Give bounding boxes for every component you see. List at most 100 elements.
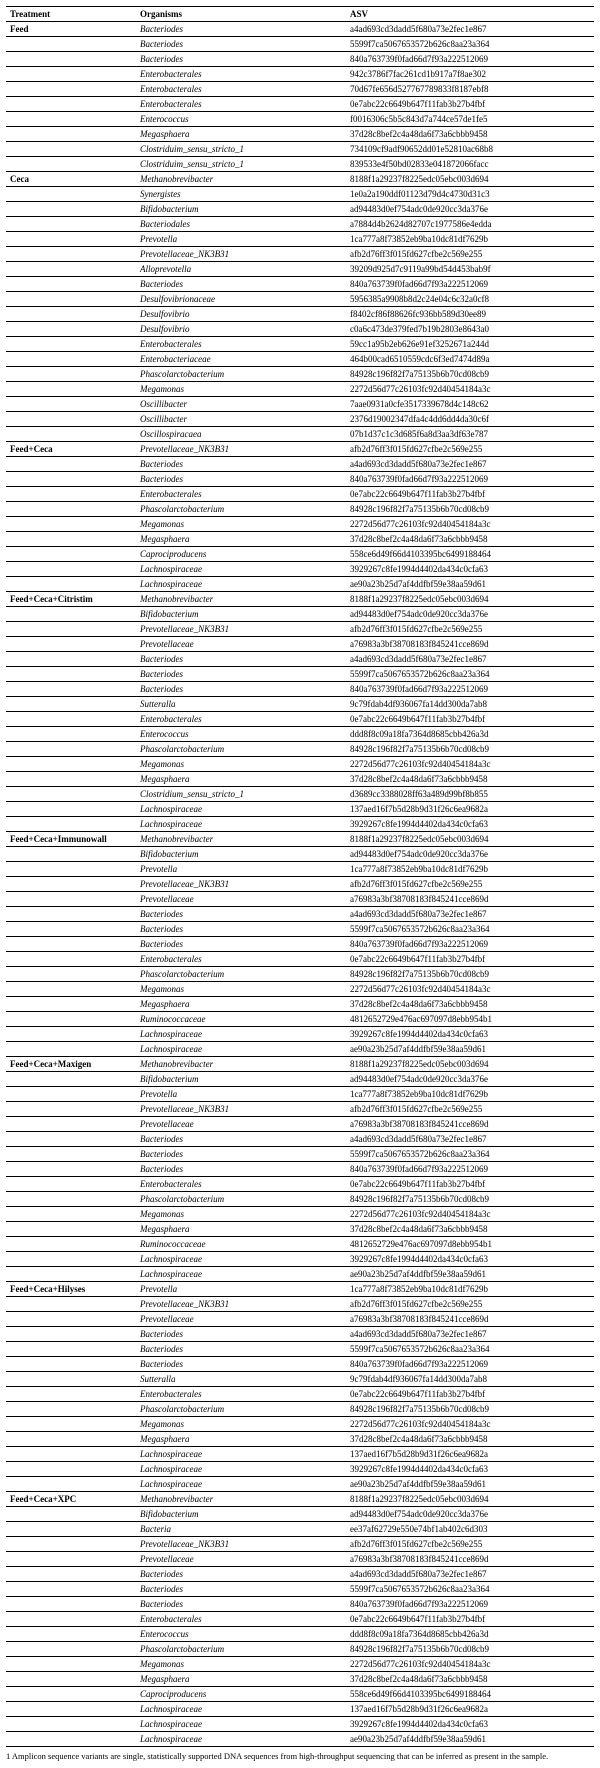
treatment-cell: [6, 622, 136, 637]
asv-cell: 37d28c8bef2c4a48da6f73a6cbbb9458: [346, 772, 594, 787]
treatment-cell: [6, 1432, 136, 1447]
table-row: Enterobacterales0e7abc22c6649b647f11fab3…: [6, 952, 594, 967]
asv-cell: 9c79fdab4df936067fa14dd300da7ab8: [346, 697, 594, 712]
treatment-cell: [6, 547, 136, 562]
asv-cell: a7884d4b2624d82707c1977586e4edda: [346, 217, 594, 232]
asv-cell: 8188f1a29237f8225edc05ebc003d694: [346, 592, 594, 607]
asv-cell: a76983a3bf38708183f845241cce869d: [346, 892, 594, 907]
organism-cell: Bifidobacterium: [136, 202, 346, 217]
organism-cell: Lachnospiraceae: [136, 1477, 346, 1492]
asv-cell: 7aae0931a0cfe3517339678d4c148c62: [346, 397, 594, 412]
asv-cell: a76983a3bf38708183f845241cce869d: [346, 637, 594, 652]
organism-cell: Megamonas: [136, 517, 346, 532]
organism-cell: Bifidobacterium: [136, 607, 346, 622]
asv-cell: a4ad693cd3dadd5f680a73e2fec1e867: [346, 1567, 594, 1582]
treatment-cell: [6, 1732, 136, 1747]
table-row: Phascolarctobacterium84928c196f82f7a7513…: [6, 742, 594, 757]
organism-cell: Prevotellaceae_NK3B31: [136, 442, 346, 457]
table-row: Megamonas2272d56d77c26103fc92d40454184a3…: [6, 1657, 594, 1672]
asv-cell: 2272d56d77c26103fc92d40454184a3c: [346, 517, 594, 532]
organism-cell: Lachnospiraceae: [136, 1027, 346, 1042]
treatment-cell: [6, 907, 136, 922]
organism-cell: Prevotella: [136, 1282, 346, 1297]
organism-cell: Prevotella: [136, 232, 346, 247]
organism-cell: Bacteriodales: [136, 217, 346, 232]
organism-cell: Phascolarctobacterium: [136, 367, 346, 382]
table-row: Enterococcusf0016306c5b5c843d7a744ce57de…: [6, 112, 594, 127]
asv-cell: 1ca777a8f73852eb9ba10dc81df7629b: [346, 1087, 594, 1102]
treatment-cell: [6, 1642, 136, 1657]
table-row: Megasphaera37d28c8bef2c4a48da6f73a6cbbb9…: [6, 997, 594, 1012]
treatment-cell: [6, 37, 136, 52]
table-row: Oscillibacter7aae0931a0cfe3517339678d4c1…: [6, 397, 594, 412]
asv-cell: 3929267c8fe1994d4402da434c0cfa63: [346, 562, 594, 577]
organism-cell: Methanobrevibacter: [136, 172, 346, 187]
treatment-cell: [6, 862, 136, 877]
organism-cell: Clostriduim_sensu_stricto_1: [136, 142, 346, 157]
table-row: Feed+Ceca+MaxigenMethanobrevibacter8188f…: [6, 1057, 594, 1072]
asv-cell: 0e7abc22c6649b647f11fab3b27b4fbf: [346, 1177, 594, 1192]
asv-cell: 942c3786f7fac261cd1b917a7f8ae302: [346, 67, 594, 82]
table-row: Enterobacterales0e7abc22c6649b647f11fab3…: [6, 712, 594, 727]
organism-cell: Megasphaera: [136, 127, 346, 142]
asv-cell: 84928c196f82f7a75135b6b70cd08cb9: [346, 367, 594, 382]
table-row: Bacteriodes840a763739f0fad66d7f93a222512…: [6, 277, 594, 292]
organism-cell: Enterococcus: [136, 112, 346, 127]
asv-cell: 840a763739f0fad66d7f93a222512069: [346, 1597, 594, 1612]
treatment-cell: Feed+Ceca+Citristim: [6, 592, 136, 607]
organism-cell: Bacteriodes: [136, 682, 346, 697]
table-row: Lachnospiraceaeae90a23b25d7af4ddfbf59e38…: [6, 1732, 594, 1747]
organism-cell: Megamonas: [136, 1657, 346, 1672]
treatment-cell: [6, 1147, 136, 1162]
table-row: Prevotellaceaea76983a3bf38708183f845241c…: [6, 637, 594, 652]
table-row: Enterobacterales70d67fe656d527767789833f…: [6, 82, 594, 97]
organism-cell: Bacteriodes: [136, 937, 346, 952]
organism-cell: Bacteriodes: [136, 1132, 346, 1147]
table-row: Bacteriodesa4ad693cd3dadd5f680a73e2fec1e…: [6, 1132, 594, 1147]
table-row: Bacteriodesa4ad693cd3dadd5f680a73e2fec1e…: [6, 907, 594, 922]
treatment-cell: [6, 1372, 136, 1387]
treatment-cell: [6, 142, 136, 157]
table-row: Megamonas2272d56d77c26103fc92d40454184a3…: [6, 382, 594, 397]
organism-cell: Phascolarctobacterium: [136, 742, 346, 757]
asv-cell: 2272d56d77c26103fc92d40454184a3c: [346, 757, 594, 772]
table-row: Phascolarctobacterium84928c196f82f7a7513…: [6, 367, 594, 382]
treatment-cell: [6, 1657, 136, 1672]
treatment-cell: [6, 1552, 136, 1567]
organism-cell: Bacteriodes: [136, 1342, 346, 1357]
asv-cell: 8188f1a29237f8225edc05ebc003d694: [346, 1057, 594, 1072]
asv-cell: a4ad693cd3dadd5f680a73e2fec1e867: [346, 1327, 594, 1342]
organism-cell: Bifidobacterium: [136, 847, 346, 862]
table-row: Prevotellaceae_NK3B31afb2d76ff3f015fd627…: [6, 247, 594, 262]
table-row: Bifidobacteriumad94483d0ef754adc0de920cc…: [6, 202, 594, 217]
treatment-cell: [6, 52, 136, 67]
organism-cell: Clostridium_sensu_stricto_1: [136, 787, 346, 802]
organism-cell: Enterobacterales: [136, 337, 346, 352]
treatment-cell: [6, 1567, 136, 1582]
treatment-cell: [6, 1102, 136, 1117]
organism-cell: Megasphaera: [136, 1432, 346, 1447]
treatment-cell: Feed+Ceca+XPC: [6, 1492, 136, 1507]
treatment-cell: [6, 337, 136, 352]
organism-cell: Prevotellaceae: [136, 892, 346, 907]
asv-cell: ddd8f8c09a18fa7364d8685cbb426a3d: [346, 727, 594, 742]
table-row: Bacteriodes5599f7ca5067653572b626c8aa23a…: [6, 1147, 594, 1162]
asv-cell: 0e7abc22c6649b647f11fab3b27b4fbf: [346, 1387, 594, 1402]
table-row: Phascolarctobacterium84928c196f82f7a7513…: [6, 967, 594, 982]
asv-cell: a4ad693cd3dadd5f680a73e2fec1e867: [346, 1132, 594, 1147]
treatment-cell: [6, 487, 136, 502]
asv-cell: 84928c196f82f7a75135b6b70cd08cb9: [346, 1192, 594, 1207]
treatment-cell: [6, 1597, 136, 1612]
treatment-cell: [6, 112, 136, 127]
asv-cell: 4812652729e476ac697097d8ebb954b1: [346, 1237, 594, 1252]
asv-cell: 9c79fdab4df936067fa14dd300da7ab8: [346, 1372, 594, 1387]
treatment-cell: [6, 67, 136, 82]
treatment-cell: [6, 1267, 136, 1282]
asv-cell: 8188f1a29237f8225edc05ebc003d694: [346, 832, 594, 847]
treatment-cell: [6, 157, 136, 172]
table-row: Bacteriodesa4ad693cd3dadd5f680a73e2fec1e…: [6, 1327, 594, 1342]
organism-cell: Bacteriodes: [136, 667, 346, 682]
organism-cell: Lachnospiraceae: [136, 577, 346, 592]
treatment-cell: [6, 1207, 136, 1222]
table-row: Bacteriodes840a763739f0fad66d7f93a222512…: [6, 52, 594, 67]
